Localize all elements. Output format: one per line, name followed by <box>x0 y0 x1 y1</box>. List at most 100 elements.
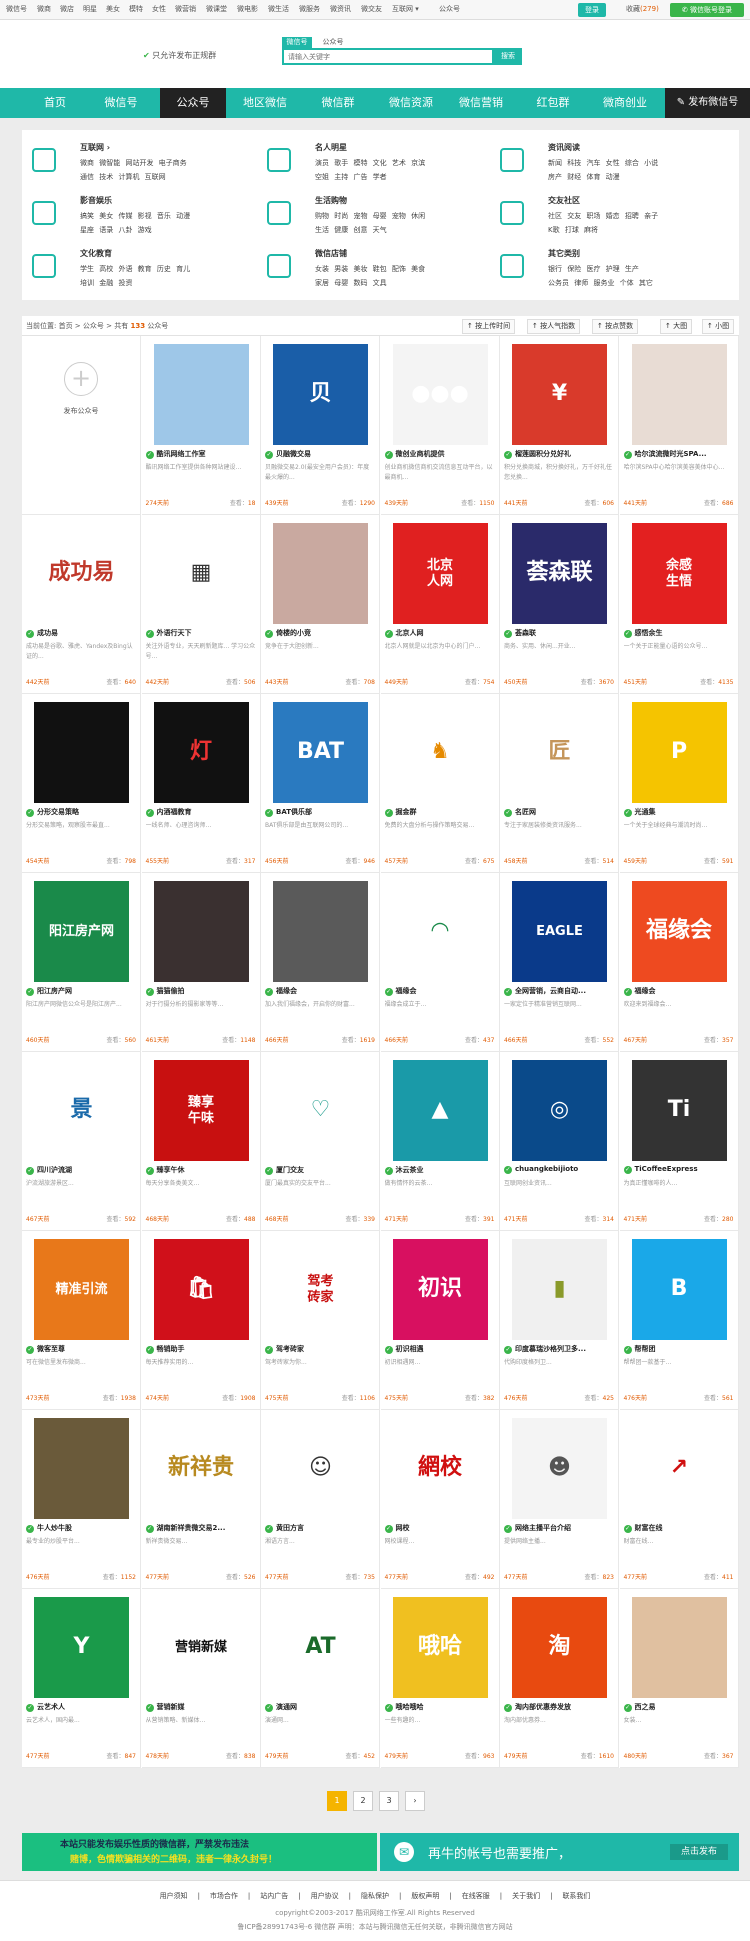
search-tab-wechat[interactable]: 微信号 <box>282 37 312 48</box>
account-image[interactable] <box>34 1418 129 1519</box>
account-card[interactable]: 北京 人网北京人网北京人网就是以北京为中心的门户... 449天前 查看：754 <box>380 515 500 694</box>
account-image[interactable]: BAT <box>273 702 368 803</box>
account-name[interactable]: 福缘会 <box>385 986 497 997</box>
account-card[interactable]: ▮ 印度慕瑞沙格列卫多... 代购印度格列卫... 476天前 查看：425 <box>500 1231 619 1410</box>
account-card[interactable]: 淘淘内部优惠券发放淘内部优惠券... 479天前 查看：1610 <box>500 1589 619 1768</box>
account-name[interactable]: 帮帮团 <box>624 1344 736 1355</box>
account-image[interactable]: ▦ <box>153 523 249 624</box>
account-image[interactable] <box>273 881 368 982</box>
account-image[interactable]: B <box>631 1239 727 1340</box>
category-title[interactable]: 互联网 › <box>80 142 187 153</box>
account-name[interactable]: 云艺术人 <box>26 1702 138 1713</box>
account-image[interactable]: 贝 <box>273 344 368 445</box>
account-name[interactable]: 榴莲圆积分兑好礼 <box>504 449 616 460</box>
account-image[interactable]: 新祥贵 <box>153 1418 249 1519</box>
account-image[interactable]: ▲ <box>392 1060 488 1161</box>
account-image[interactable]: 灯 <box>153 702 249 803</box>
account-image[interactable]: ▮ <box>512 1239 607 1340</box>
category-links[interactable]: 家居 母婴 数码 文具 <box>315 278 425 288</box>
account-image[interactable]: ☻ <box>512 1418 607 1519</box>
footer-link[interactable]: 联系我们 <box>562 1892 590 1900</box>
account-name[interactable]: 外语行天下 <box>146 628 258 639</box>
account-image[interactable]: 淘 <box>512 1597 607 1698</box>
account-image[interactable]: ♞ <box>392 702 488 803</box>
account-image[interactable] <box>153 881 249 982</box>
account-image[interactable]: EAGLE <box>512 881 607 982</box>
account-image[interactable]: 阳江房产网 <box>34 881 129 982</box>
category-title[interactable]: 资讯阅读 <box>548 142 658 153</box>
sort-button[interactable]: ↑ 大图 <box>660 319 693 334</box>
category-title[interactable]: 文化教育 <box>80 248 190 259</box>
account-name[interactable]: 淘内部优惠券发放 <box>504 1702 616 1713</box>
nav-item[interactable]: 微信资源 <box>378 88 444 118</box>
footer-link[interactable]: 用户须知 <box>160 1892 188 1900</box>
account-image[interactable]: 臻享 午味 <box>153 1060 249 1161</box>
account-card[interactable]: 灯内酒福教育一线名师、心理咨询师... 455天前 查看：317 <box>141 694 261 873</box>
account-name[interactable]: 阳江房产网 <box>26 986 138 997</box>
nav-item[interactable]: 微信号 <box>88 88 154 118</box>
category-title[interactable]: 交友社区 <box>548 195 658 206</box>
account-image[interactable]: 哦哈 <box>392 1597 488 1698</box>
page-button[interactable]: 2 <box>353 1791 373 1811</box>
account-card[interactable]: ☻ 网络主播平台介绍提供网络主播... 477天前 查看：823 <box>500 1410 619 1589</box>
category-title[interactable]: 生活购物 <box>315 195 425 206</box>
account-name[interactable]: 荟森联 <box>504 628 616 639</box>
account-card[interactable]: P 光通集一个关于全球经典与潮流时尚... 459天前 查看：591 <box>619 694 739 873</box>
footer-link[interactable]: 用户协议 <box>311 1892 339 1900</box>
account-card[interactable]: 营销新媒营销新媒从营销策略、新媒体...478天前查看：838 <box>141 1589 261 1768</box>
search-tab-official[interactable]: 公众号 <box>318 37 348 48</box>
account-card[interactable]: BAT BAT俱乐部 BAT俱乐部是由互联网公司的... 456天前 查看：946 <box>261 694 380 873</box>
account-image[interactable]: 营销新媒 <box>153 1597 249 1698</box>
category-links[interactable]: 公务员 律师 服务业 个体 其它 <box>548 278 653 288</box>
account-name[interactable]: 臻享午休 <box>146 1165 258 1176</box>
nav-item[interactable]: 微商创业 <box>592 88 658 118</box>
account-card[interactable]: 臻享 午味臻享午休每天分享各类美文... 468天前 查看：488 <box>141 1052 261 1231</box>
account-name[interactable]: 哦哈哦哈 <box>385 1702 497 1713</box>
category-links[interactable]: K歌 打球 麻将 <box>548 225 658 235</box>
account-card[interactable]: 福缘会福缘会欢迎来到福缘会...467天前查看：357 <box>619 873 739 1052</box>
nav-item[interactable]: 微信营销 <box>448 88 514 118</box>
account-name[interactable]: 驾考砖家 <box>265 1344 377 1355</box>
account-card[interactable]: EAGLE 全网营销，云商自动... 一家定位于精准营销互联网... 466天前 查看：… <box>500 873 619 1052</box>
account-name[interactable]: 内酒福教育 <box>146 807 258 818</box>
account-card[interactable]: 猫猫偷拍对于行摄分析的摄影家等等... 461天前 查看：1148 <box>141 873 261 1052</box>
category-title[interactable]: 影音娱乐 <box>80 195 190 206</box>
account-image[interactable]: Y <box>34 1597 129 1698</box>
publish-wechat-button[interactable]: ✎ 发布微信号 <box>665 88 750 118</box>
account-card[interactable]: 福缘会加入我们福缘会，开启你的财富... 466天前 查看：1619 <box>261 873 380 1052</box>
account-image[interactable]: 北京 人网 <box>392 523 488 624</box>
account-image[interactable]: 精准引流 <box>34 1239 129 1340</box>
account-card[interactable]: ▲ 沐云茶业做有情怀的云茶... 471天前 查看：391 <box>380 1052 500 1231</box>
sort-button[interactable]: ↑ 按上传时间 <box>462 319 516 334</box>
account-image[interactable]: 🛍 <box>153 1239 249 1340</box>
account-name[interactable]: 猫猫偷拍 <box>146 986 258 997</box>
nav-item[interactable]: 地区微信 <box>232 88 298 118</box>
account-name[interactable]: 初识相遇 <box>385 1344 497 1355</box>
account-name[interactable]: BAT俱乐部 <box>265 807 377 818</box>
page-button[interactable]: 3 <box>379 1791 399 1811</box>
account-card[interactable]: ◎ chuangkebijioto 互联网创业资讯... 471天前 查看：314 <box>500 1052 619 1231</box>
account-card[interactable]: 酷讯网络工作室酷讯网络工作室提供各种网站建设... 274天前 查看：18 <box>141 336 261 515</box>
category-links[interactable]: 房产 财经 体育 动漫 <box>548 172 658 182</box>
category-links[interactable]: 通信 技术 计算机 互联网 <box>80 172 187 182</box>
account-card[interactable]: ¥ 榴莲圆积分兑好礼积分兑换商城，积分换好礼，万千好礼任您兑换... 441天前 查看… <box>500 336 619 515</box>
account-name[interactable]: 网校 <box>385 1523 497 1534</box>
account-name[interactable]: 四川沪流湖 <box>26 1165 138 1176</box>
account-card[interactable]: 西之易女装... 480天前 查看：367 <box>619 1589 739 1768</box>
top-link[interactable]: 微商 <box>37 4 51 14</box>
add-account-card[interactable]: + 发布公众号 <box>22 336 141 515</box>
account-image[interactable]: ◎ <box>512 1060 607 1161</box>
account-image[interactable]: ●●● <box>392 344 488 445</box>
category-links[interactable]: 学生 高校 外语 教育 历史 育儿 <box>80 264 190 274</box>
account-name[interactable]: 全网营销，云商自动... <box>504 986 616 997</box>
account-image[interactable] <box>153 344 249 445</box>
category-links[interactable]: 演员 歌手 模特 文化 艺术 京滨 <box>315 158 425 168</box>
account-card[interactable]: ☺ 黄田方言湘语方言... 477天前 查看：735 <box>261 1410 380 1589</box>
account-name[interactable]: 名匠网 <box>504 807 616 818</box>
category-links[interactable]: 搞笑 美女 传媒 影视 音乐 动漫 <box>80 211 190 221</box>
footer-link[interactable]: 关于我们 <box>512 1892 540 1900</box>
promo-banner[interactable]: ✉ 再牛的帐号也需要推广， 点击发布 <box>380 1833 739 1871</box>
page-button[interactable]: › <box>405 1791 425 1811</box>
sort-button[interactable]: ↑ 按点赞数 <box>592 319 639 334</box>
account-card[interactable]: 網校网校网校课程... 477天前 查看：492 <box>380 1410 500 1589</box>
